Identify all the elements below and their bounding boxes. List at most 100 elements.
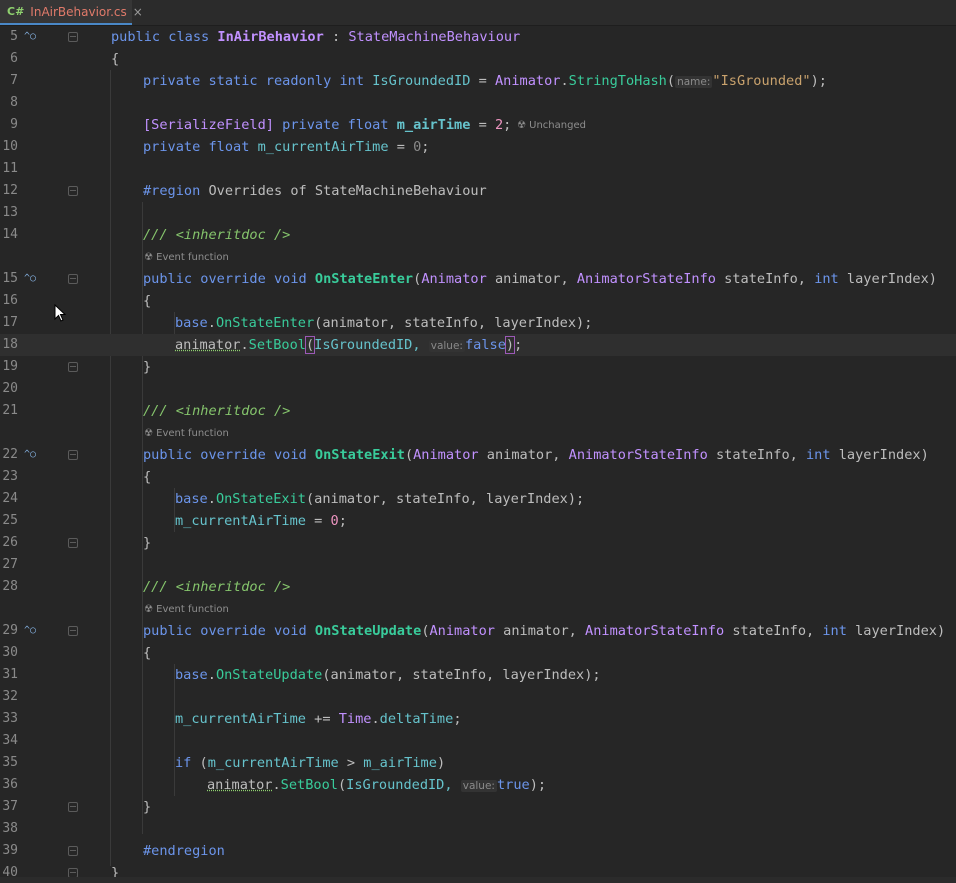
code-line[interactable]: 12 #region Overrides of StateMachineBeha…	[0, 180, 956, 202]
line-number: 14	[2, 227, 18, 242]
code-text: }	[143, 359, 152, 375]
tab-inairbehavior[interactable]: C# InAirBehavior.cs ×	[0, 0, 143, 25]
code-line[interactable]: 38	[0, 818, 956, 840]
code-line-current[interactable]: 18 animator.SetBool(IsGroundedID, value:…	[0, 334, 956, 356]
line-number: 11	[2, 161, 18, 176]
code-line[interactable]: 26 }	[0, 532, 956, 554]
code-text: if (m_currentAirTime > m_airTime)	[175, 755, 446, 771]
code-line[interactable]: 8	[0, 92, 956, 114]
code-line[interactable]: 17 base.OnStateEnter(animator, stateInfo…	[0, 312, 956, 334]
parameter-value-hint: value:	[460, 780, 497, 792]
code-line[interactable]: 34	[0, 730, 956, 752]
line-number: 27	[2, 557, 18, 572]
line-number: 25	[2, 513, 18, 528]
code-line[interactable]: 36 animator.SetBool(IsGroundedID, value:…	[0, 774, 956, 796]
code-text: animator.SetBool(IsGroundedID, value: fal…	[175, 336, 523, 354]
horizontal-scrollbar[interactable]	[0, 877, 956, 883]
csharp-file-icon: C#	[7, 5, 25, 18]
code-line[interactable]: 35 if (m_currentAirTime > m_airTime)	[0, 752, 956, 774]
code-line[interactable]: 10 private float m_currentAirTime = 0;	[0, 136, 956, 158]
code-text: private static readonly int IsGroundedID…	[143, 73, 827, 89]
code-line[interactable]: 25 m_currentAirTime = 0;	[0, 510, 956, 532]
event-function-hint[interactable]: ☢ Event function	[144, 428, 229, 439]
code-text: base.OnStateUpdate(animator, stateInfo, …	[175, 667, 601, 683]
line-number: 9	[10, 117, 18, 132]
code-line[interactable]: 37 }	[0, 796, 956, 818]
override-gutter-icon[interactable]: ^○	[24, 448, 44, 462]
line-number: 10	[2, 139, 18, 154]
line-number: 24	[2, 491, 18, 506]
event-function-hint[interactable]: ☢ Event function	[144, 252, 229, 263]
code-text: }	[143, 535, 152, 551]
code-text: {	[143, 469, 152, 485]
unchanged-hint[interactable]: ☢ Unchanged	[517, 120, 586, 131]
fold-icon[interactable]	[68, 450, 78, 460]
line-number: 39	[2, 843, 18, 858]
code-line[interactable]: 21 /// <inheritdoc />	[0, 400, 956, 422]
fold-icon[interactable]	[68, 802, 78, 812]
fold-icon[interactable]	[68, 32, 78, 42]
line-number: 18	[2, 337, 18, 352]
code-line[interactable]: 23 {	[0, 466, 956, 488]
line-number: 31	[2, 667, 18, 682]
line-number: 38	[2, 821, 18, 836]
code-line[interactable]: 24 base.OnStateExit(animator, stateInfo,…	[0, 488, 956, 510]
line-number: 20	[2, 381, 18, 396]
code-editor[interactable]: 5 ^○ public class InAirBehavior : StateM…	[0, 26, 956, 883]
code-line[interactable]: 9 [SerializeField] private float m_airTi…	[0, 114, 956, 136]
line-number: 26	[2, 535, 18, 550]
code-line[interactable]: 11	[0, 158, 956, 180]
line-number: 17	[2, 315, 18, 330]
code-line[interactable]: 19 }	[0, 356, 956, 378]
line-number: 33	[2, 711, 18, 726]
code-text: {	[143, 293, 152, 309]
override-gutter-icon[interactable]: ^○	[24, 272, 44, 286]
line-number: 5	[10, 29, 18, 44]
fold-icon[interactable]	[68, 846, 78, 856]
inheritance-gutter-icon[interactable]: ^○	[24, 30, 44, 44]
code-text: base.OnStateExit(animator, stateInfo, la…	[175, 491, 585, 507]
line-number: 28	[2, 579, 18, 594]
event-function-hint[interactable]: ☢ Event function	[144, 604, 229, 615]
override-gutter-icon[interactable]: ^○	[24, 624, 44, 638]
code-text: public override void OnStateUpdate(Anima…	[143, 623, 946, 639]
code-line[interactable]: 16 {	[0, 290, 956, 312]
line-number: 19	[2, 359, 18, 374]
editor-tab-bar: C# InAirBehavior.cs ×	[0, 0, 956, 26]
code-line[interactable]: 31 base.OnStateUpdate(animator, stateInf…	[0, 664, 956, 686]
code-line[interactable]: 29 ^○ public override void OnStateUpdate…	[0, 620, 956, 642]
code-text: base.OnStateEnter(animator, stateInfo, l…	[175, 315, 593, 331]
code-text: {	[143, 645, 152, 661]
code-line[interactable]: 20	[0, 378, 956, 400]
code-text: #region Overrides of StateMachineBehavio…	[143, 183, 487, 199]
code-text: {	[111, 51, 120, 67]
code-line[interactable]: 14 /// <inheritdoc />	[0, 224, 956, 246]
fold-icon[interactable]	[68, 274, 78, 284]
code-line[interactable]: 5 ^○ public class InAirBehavior : StateM…	[0, 26, 956, 48]
code-text: [SerializeField] private float m_airTime…	[143, 117, 512, 133]
line-number: 13	[2, 205, 18, 220]
fold-icon[interactable]	[68, 626, 78, 636]
line-number: 35	[2, 755, 18, 770]
code-line[interactable]: 28 /// <inheritdoc />	[0, 576, 956, 598]
fold-icon[interactable]	[68, 538, 78, 548]
code-line[interactable]: 32	[0, 686, 956, 708]
fold-icon[interactable]	[68, 186, 78, 196]
code-line[interactable]: 13	[0, 202, 956, 224]
line-number: 29	[2, 623, 18, 638]
fold-icon[interactable]	[68, 362, 78, 372]
code-line[interactable]: 30 {	[0, 642, 956, 664]
code-line[interactable]: 22 ^○ public override void OnStateExit(A…	[0, 444, 956, 466]
code-line[interactable]: 27	[0, 554, 956, 576]
code-line[interactable]: 7 private static readonly int IsGrounded…	[0, 70, 956, 92]
code-line[interactable]: 39 #endregion	[0, 840, 956, 862]
tab-filename: InAirBehavior.cs	[30, 4, 127, 19]
code-line[interactable]: 15 ^○ public override void OnStateEnter(…	[0, 268, 956, 290]
code-text: /// <inheritdoc />	[143, 579, 291, 595]
parameter-name-hint: name:	[675, 76, 713, 88]
code-line[interactable]: 33 m_currentAirTime += Time.deltaTime;	[0, 708, 956, 730]
code-text: m_currentAirTime = 0;	[175, 513, 347, 529]
code-line[interactable]: 6 {	[0, 48, 956, 70]
close-icon[interactable]: ×	[133, 5, 143, 19]
code-text: private float m_currentAirTime = 0;	[143, 139, 430, 155]
